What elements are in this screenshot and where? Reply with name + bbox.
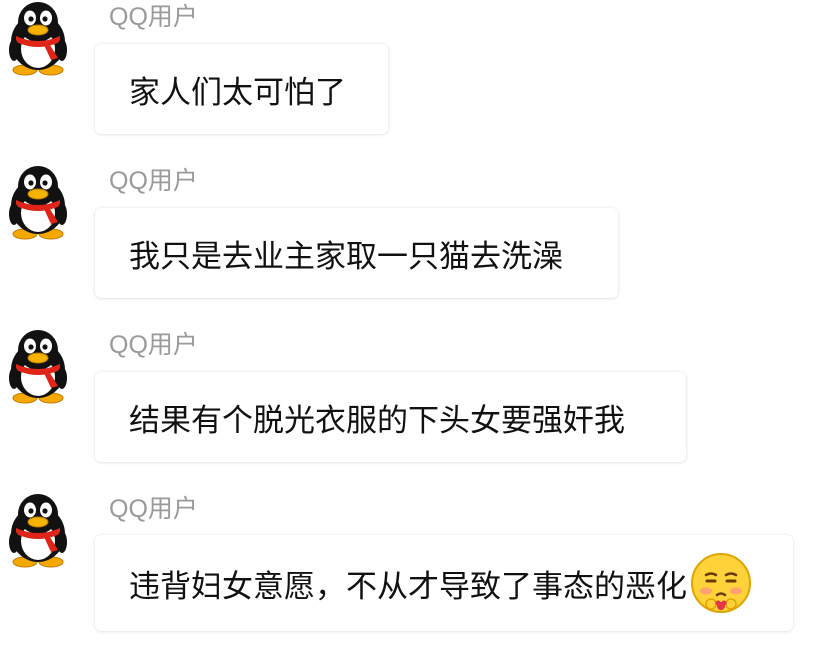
message-bubble[interactable]: 违背妇女意愿，不从才导致了事态的恶化 xyxy=(95,535,793,631)
message-text: 我只是去业主家取一只猫去洗澡 xyxy=(129,238,563,275)
sly-blushing-face-emoji xyxy=(691,553,751,613)
message-text: 结果有个脱光衣服的下头女要强奸我 xyxy=(129,402,625,439)
message-bubble[interactable]: 我只是去业主家取一只猫去洗澡 xyxy=(95,208,618,298)
qq-penguin-avatar[interactable] xyxy=(2,328,74,404)
qq-penguin-avatar[interactable] xyxy=(2,492,74,568)
message-text: 违背妇女意愿，不从才导致了事态的恶化 xyxy=(129,568,687,605)
message-text: 家人们太可怕了 xyxy=(129,74,346,111)
message-bubble[interactable]: 结果有个脱光衣服的下头女要强奸我 xyxy=(95,372,686,462)
sender-name: QQ用户 xyxy=(109,495,198,523)
sender-name: QQ用户 xyxy=(109,3,198,31)
qq-penguin-avatar[interactable] xyxy=(2,0,74,76)
sender-name: QQ用户 xyxy=(109,167,198,195)
qq-penguin-avatar[interactable] xyxy=(2,164,74,240)
sender-name: QQ用户 xyxy=(109,331,198,359)
message-bubble[interactable]: 家人们太可怕了 xyxy=(95,44,388,134)
